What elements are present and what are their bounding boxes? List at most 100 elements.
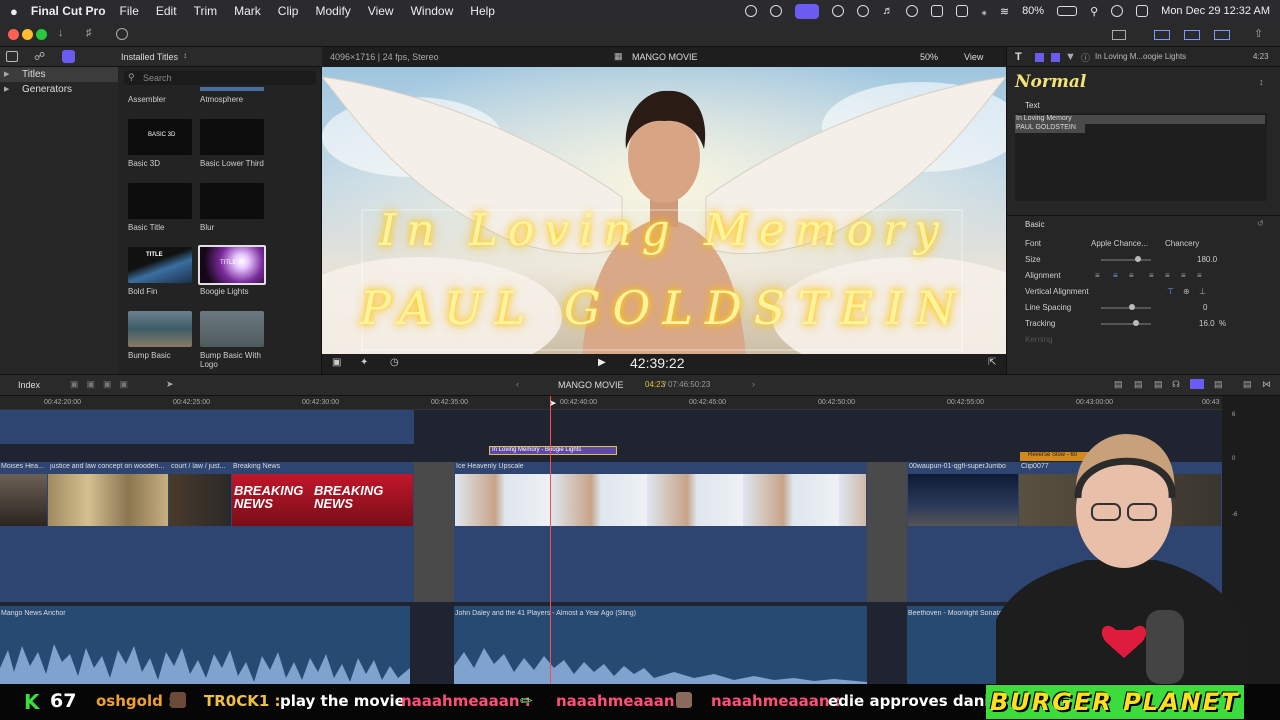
transform-icon[interactable]: ▣ [332,357,341,368]
import-icon[interactable]: ↓ [58,27,64,42]
justify-right-icon[interactable]: ≡ [1181,268,1186,284]
stage-manager-icon[interactable] [795,3,820,19]
timeline-project-name[interactable]: MANGO MOVIE [558,380,624,390]
menu-trim[interactable]: Trim [194,4,218,18]
spotlight-icon[interactable]: ⚲ [1090,5,1098,18]
align-left-icon[interactable]: ≡ [1095,268,1103,284]
fullscreen-icon[interactable]: ⇱ [988,357,996,368]
text-field[interactable]: In Loving Memory PAUL GOLDSTEIN [1015,113,1267,201]
basic-title-thumb[interactable] [128,183,192,219]
size-slider-knob[interactable] [1135,256,1141,262]
close-window-button[interactable] [8,29,19,40]
justify-center-icon[interactable]: ≡ [1165,268,1170,284]
effects-browser-icon[interactable]: ▤ [1214,379,1223,390]
preset-name[interactable]: Normal [1015,72,1086,92]
focus-icon[interactable] [906,5,919,17]
menu-help[interactable]: Help [470,4,495,18]
atmosphere-thumb[interactable] [200,87,264,91]
tracking-value[interactable]: 16.0 [1199,316,1215,332]
angel-video-clip[interactable] [455,474,866,526]
chevron-updown-icon[interactable]: ↕ [183,51,187,60]
refresh-icon[interactable] [770,5,783,17]
audio-clip[interactable]: John Daley and the 41 Players - Almost a… [454,606,867,684]
text-inspector-icon[interactable]: T [1015,51,1022,63]
title-clip[interactable]: In Loving Memory - Boogie Lights [489,446,617,455]
transitions-icon[interactable]: ▤ [1243,379,1252,390]
timecode-display[interactable]: 42:39:22 [630,355,685,371]
index-button[interactable]: Index [18,380,40,390]
menu-window[interactable]: Window [411,4,454,18]
line-spacing-knob[interactable] [1129,304,1135,310]
share-icon[interactable]: ⇧ [1254,27,1263,42]
play-button[interactable]: ▶ [598,357,606,368]
breaking-news-clip[interactable]: BREAKING NEWS BREAKING NEWS [232,474,413,526]
minimize-window-button[interactable] [22,29,33,40]
gap-clip[interactable] [867,462,907,602]
apple-icon[interactable]: ● [10,4,18,19]
clip-appearance-icon[interactable]: ▤ [1114,379,1123,390]
inspector-layout-icon[interactable] [1214,30,1230,40]
titles-generators-icon[interactable] [62,50,75,63]
snapping-icon[interactable] [1190,379,1204,389]
media-library-icon[interactable] [6,51,18,62]
video-frame[interactable]: In Loving Memory PAUL GOLDSTEIN [322,67,1006,354]
reset-icon[interactable]: ↺ [1257,219,1264,228]
video-clip[interactable] [48,474,168,526]
bump-basic-logo-thumb[interactable] [200,311,264,347]
view-dropdown[interactable]: View [964,52,983,62]
menu-mark[interactable]: Mark [234,4,261,18]
tracking-knob[interactable] [1133,320,1139,326]
valign-bottom-icon[interactable]: ⊥ [1199,284,1206,300]
bluetooth-icon[interactable]: ⁎ [981,5,987,18]
speed-icon[interactable]: ◷ [390,357,399,368]
back-icon[interactable]: ‹ [516,379,519,389]
share-window-icon[interactable] [1112,30,1126,40]
zoom-out-icon[interactable]: ▤ [1154,379,1163,390]
filter-icon[interactable]: ▼ [1065,51,1076,63]
zoom-dropdown[interactable]: 50% [920,52,938,62]
justify-all-icon[interactable]: ≡ [1197,268,1202,284]
bold-fin-thumb[interactable]: TITLE [128,247,192,283]
enhance-icon[interactable]: ✦ [360,357,368,368]
basic-3d-thumb[interactable]: BASIC 3D [128,119,192,155]
control-center-icon[interactable] [1136,5,1149,17]
volume-icon[interactable]: ♬ [882,5,893,17]
font-style-select[interactable]: Chancery [1165,236,1199,252]
align-right-icon[interactable]: ≡ [1129,268,1134,284]
sidebar-item-generators[interactable]: ▶ Generators [0,82,118,97]
audio-skimming-icon[interactable]: ☊ [1172,379,1180,390]
info-icon[interactable]: ⓘ [1081,51,1090,64]
bump-basic-thumb[interactable] [128,311,192,347]
browser-layout-icon[interactable] [1154,30,1170,40]
menu-clip[interactable]: Clip [278,4,299,18]
transition-x-icon[interactable]: ⋈ [1262,379,1271,390]
tracking-slider[interactable] [1101,323,1151,325]
blur-thumb[interactable] [200,183,264,219]
timeline-layout-icon[interactable] [1184,30,1200,40]
video-clip[interactable] [0,474,47,526]
font-family-select[interactable]: Apple Chance... [1091,236,1148,252]
zoom-window-button[interactable] [36,29,47,40]
display-icon[interactable] [931,5,944,17]
search-input[interactable]: ⚲ Search [124,71,316,85]
wifi-icon[interactable]: ≋ [1000,5,1009,18]
app-menu[interactable]: Final Cut Pro [31,4,106,18]
video-inspector-icon[interactable] [1035,53,1044,62]
size-slider[interactable] [1101,259,1151,261]
key-icon[interactable]: ♯ [86,27,92,42]
size-value[interactable]: 180.0 [1197,252,1217,268]
gap-clip[interactable] [414,462,454,602]
disclosure-triangle-icon[interactable]: ▶ [4,82,9,97]
justify-icon[interactable]: ≡ [1149,268,1154,284]
menu-file[interactable]: File [120,4,139,18]
chevron-updown-icon[interactable]: ↕ [1259,77,1264,87]
edit-tools-icon[interactable]: ▣▣▣▣ [70,379,136,390]
disclosure-triangle-icon[interactable]: ▶ [4,67,9,82]
line-spacing-value[interactable]: 0 [1203,300,1207,316]
select-tool-icon[interactable]: ➤ [166,379,174,390]
zoom-in-icon[interactable]: ▤ [1134,379,1143,390]
line-spacing-slider[interactable] [1101,307,1151,309]
menu-modify[interactable]: Modify [315,4,350,18]
boogie-lights-thumb[interactable]: TITLE [198,245,266,285]
record-icon[interactable] [745,5,758,17]
